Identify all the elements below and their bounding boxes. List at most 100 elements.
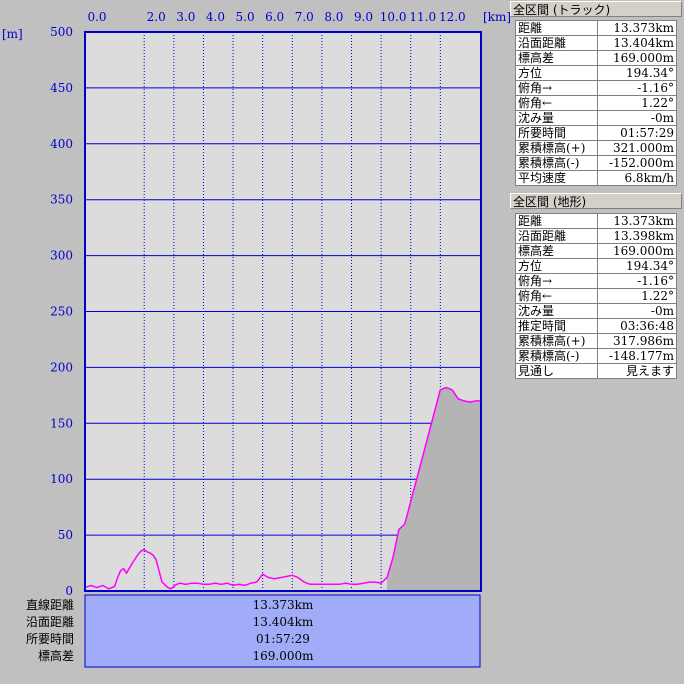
y-tick-label: 150 [50,416,73,430]
stat-label: 累積標高(+) [515,140,598,156]
stat-row: 俯角← 1.22° [515,288,678,304]
stat-label: 沿面距離 [515,228,598,244]
stat-value: 13.373km [596,20,678,36]
stat-row: 方位 194.34° [515,258,678,274]
stat-value: 見えます [596,363,678,379]
stat-row: 方位 194.34° [515,65,678,81]
stat-label: 沿面距離 [515,35,598,51]
y-tick-label: 350 [50,193,73,207]
x-tick-label: 7.0 [295,10,314,24]
stat-row: 標高差 169.000m [515,50,678,66]
stat-value: 194.34° [596,65,678,81]
stat-label: 標高差 [515,243,598,259]
stat-value: 13.398km [596,228,678,244]
stat-label: 俯角→ [515,273,598,289]
x-tick-label: 0.0 [87,10,106,24]
stat-row: 所要時間 01:57:29 [515,125,678,141]
stat-row: 累積標高(-) -152.000m [515,155,678,171]
x-tick-label: 3.0 [176,10,195,24]
x-tick-label: 4.0 [206,10,225,24]
stat-value: 01:57:29 [596,125,678,141]
elevation-profile-chart: 0 50 100 150 200 250 300 350 400 450 500 0.0 2.0 3.0 4… [0,0,510,684]
stat-label: 俯角→ [515,80,598,96]
x-tick-label: 8.0 [324,10,343,24]
track-panel-title: 全区間 (トラック) [510,1,682,17]
stat-value: 169.000m [596,243,678,259]
stat-value: -0m [596,110,678,126]
stat-value: 13.404km [596,35,678,51]
stat-row: 俯角→ -1.16° [515,273,678,289]
summary-value: 01:57:29 [256,632,310,646]
stat-value: -1.16° [596,273,678,289]
stat-value: 321.000m [596,140,678,156]
y-tick-label: 100 [50,472,73,486]
stat-row: 俯角← 1.22° [515,95,678,111]
terrain-panel-title: 全区間 (地形) [510,193,682,209]
stat-value: 1.22° [596,288,678,304]
summary-value: 13.373km [252,598,314,612]
stat-row: 累積標高(-) -148.177m [515,348,678,364]
summary-label: 所要時間 [25,632,74,646]
stat-label: 累積標高(-) [515,155,598,171]
stat-row: 沿面距離 13.404km [515,35,678,51]
stat-label: 距離 [515,20,598,36]
stat-row: 平均速度 6.8km/h [515,170,678,186]
stat-value: 317.986m [596,333,678,349]
x-tick-label: 12.0 [439,10,466,24]
summary-value: 13.404km [252,615,314,629]
stat-row: 標高差 169.000m [515,243,678,259]
stat-row: 沿面距離 13.398km [515,228,678,244]
stat-label: 標高差 [515,50,598,66]
stat-row: 距離 13.373km [515,20,678,36]
stat-label: 累積標高(+) [515,333,598,349]
stat-label: 推定時間 [515,318,598,334]
stat-value: -152.000m [596,155,678,171]
stat-row: 沈み量 -0m [515,110,678,126]
stat-value: -0m [596,303,678,319]
stat-row: 沈み量 -0m [515,303,678,319]
x-tick-label: 5.0 [236,10,255,24]
stat-value: 03:36:48 [596,318,678,334]
stat-value: 194.34° [596,258,678,274]
y-tick-label: 50 [58,528,73,542]
summary-value: 169.000m [252,649,314,663]
stat-label: 累積標高(-) [515,348,598,364]
x-tick-label: 11.0 [409,10,436,24]
stat-value: -1.16° [596,80,678,96]
x-tick-label: 10.0 [380,10,407,24]
summary-label: 直線距離 [25,598,74,612]
stat-value: 13.373km [596,213,678,229]
y-tick-label: 450 [50,81,73,95]
stat-row: 累積標高(+) 321.000m [515,140,678,156]
y-tick-label: 300 [50,249,73,263]
track-stats-table: 距離 13.373km 沿面距離 13.404km 標高差 169.000m 方位 194.3… [515,20,678,186]
stat-row: 見通し 見えます [515,363,678,379]
stat-label: 見通し [515,363,598,379]
stat-row: 累積標高(+) 317.986m [515,333,678,349]
y-tick-label: 250 [50,305,73,319]
summary-label: 標高差 [37,649,74,663]
y-tick-label: 0 [65,584,73,598]
stat-row: 距離 13.373km [515,213,678,229]
stat-label: 沈み量 [515,110,598,126]
summary-label: 沿面距離 [25,615,74,629]
stat-row: 推定時間 03:36:48 [515,318,678,334]
stat-value: 169.000m [596,50,678,66]
stat-label: 俯角← [515,288,598,304]
x-tick-label: 6.0 [265,10,284,24]
stat-label: 方位 [515,65,598,81]
y-unit-label: [m] [2,27,23,41]
x-tick-label: 2.0 [147,10,166,24]
stat-value: 1.22° [596,95,678,111]
terrain-stats-table: 距離 13.373km 沿面距離 13.398km 標高差 169.000m 方位 194.3… [515,213,678,379]
stat-label: 所要時間 [515,125,598,141]
stat-label: 俯角← [515,95,598,111]
stat-value: -148.177m [596,348,678,364]
stat-value: 6.8km/h [596,170,678,186]
stat-label: 距離 [515,213,598,229]
y-tick-label: 400 [50,137,73,151]
stat-row: 俯角→ -1.16° [515,80,678,96]
y-tick-label: 200 [50,360,73,374]
y-tick-label: 500 [50,25,73,39]
stat-label: 平均速度 [515,170,598,186]
